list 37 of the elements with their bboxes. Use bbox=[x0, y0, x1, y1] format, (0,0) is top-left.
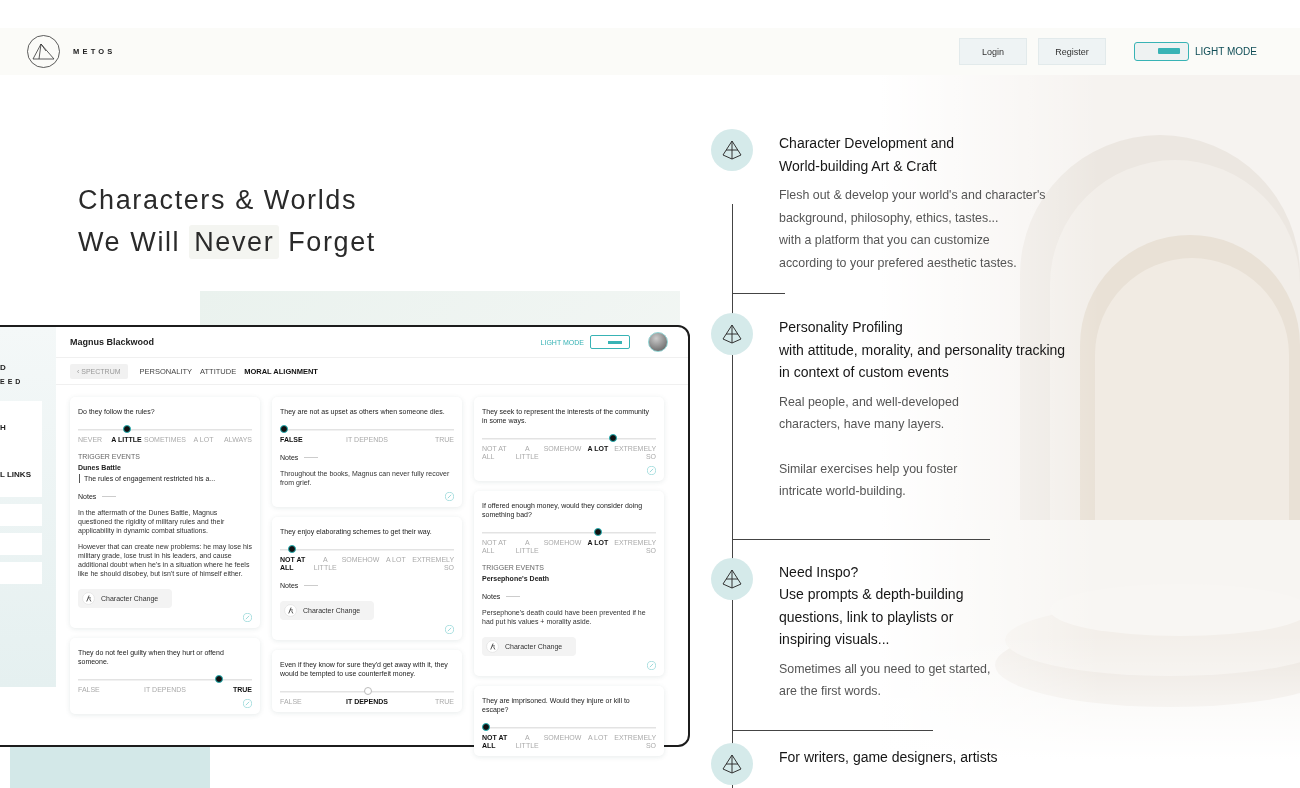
toggle-switch[interactable] bbox=[1133, 42, 1189, 61]
slider-thumb[interactable] bbox=[288, 545, 297, 553]
feature-text: Flesh out & develop your world's and character's background, philosophy, ethics, tastes... with a platform that you can customize according to your prefered aesthetic tastes. bbox=[779, 187, 1046, 272]
toggle-switch[interactable] bbox=[590, 335, 630, 349]
feature-title: For writers, game designers, artists bbox=[779, 747, 998, 767]
feature-title: Personality Profiling with attitude, morality, and personality tracking in context of custom events bbox=[779, 318, 1066, 382]
feature-text: Sometimes all you need to get started, are the first words. bbox=[779, 660, 991, 700]
feature-title: Character Development and World-building Art & Craft bbox=[779, 134, 955, 176]
pyramid-icon bbox=[711, 129, 753, 171]
pyramid-icon bbox=[711, 557, 753, 600]
sidebar-link[interactable]: L LINKS bbox=[0, 470, 31, 479]
feature-title: Need Inspo? Use prompts & depth-building questions, link to playlists or inspiring visuals... bbox=[779, 562, 964, 649]
slider-thumb[interactable] bbox=[280, 425, 288, 433]
mode-label: LIGHT MODE bbox=[1194, 46, 1257, 57]
mountain-logo-icon bbox=[27, 35, 60, 68]
headline-text: Characters & Worlds bbox=[78, 184, 357, 217]
pen-icon bbox=[284, 604, 297, 617]
sidebar-link[interactable]: H bbox=[0, 423, 6, 432]
nav-button[interactable]: Register bbox=[1037, 38, 1106, 65]
pyramid-icon bbox=[711, 742, 753, 785]
slider-thumb[interactable] bbox=[482, 723, 490, 731]
slider-thumb[interactable] bbox=[608, 434, 617, 442]
pen-icon bbox=[486, 640, 499, 653]
slider-thumb[interactable] bbox=[363, 687, 372, 695]
slider-thumb[interactable] bbox=[123, 425, 132, 433]
nav-button[interactable]: Login bbox=[958, 38, 1027, 65]
headline-text: Never bbox=[189, 225, 280, 259]
feature-text: Real people, and well-developed characters, have many layers. bbox=[779, 393, 959, 433]
headline-text: We Will bbox=[78, 226, 182, 259]
slider-thumb[interactable] bbox=[593, 528, 602, 536]
headline-text: Forget bbox=[287, 226, 377, 259]
sidebar-text: D bbox=[0, 363, 6, 372]
pyramid-icon bbox=[711, 313, 753, 355]
feature-text: Similar exercises help you foster intricate world-building. bbox=[779, 460, 958, 500]
pen-icon bbox=[82, 592, 95, 605]
slider-thumb[interactable] bbox=[214, 675, 223, 683]
character-name: Magnus Blackwood bbox=[70, 337, 154, 347]
